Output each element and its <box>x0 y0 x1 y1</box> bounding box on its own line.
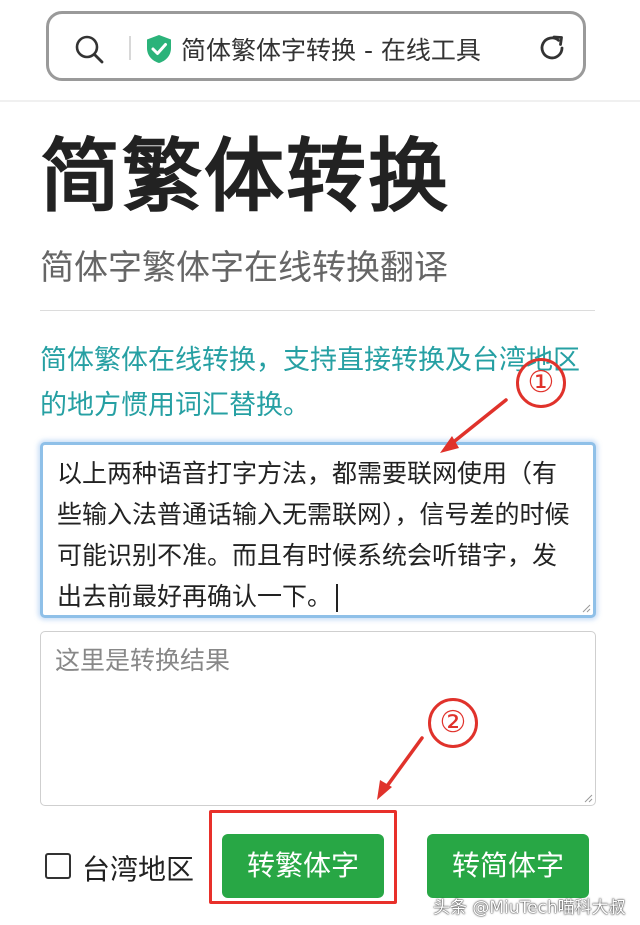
source-text-value: 以上两种语音打字方法，都需要联网使用（有些输入法普通话输入无需联网），信号差的时… <box>57 459 570 611</box>
to-simplified-button[interactable]: 转简体字 <box>427 834 589 898</box>
taiwan-region-label[interactable]: 台湾地区 <box>82 848 194 888</box>
button-highlight-box <box>209 810 397 904</box>
resize-grip-icon[interactable] <box>583 793 593 803</box>
result-text-output[interactable]: 这里是转换结果 <box>40 631 596 806</box>
step-marker-2: ② <box>428 698 478 748</box>
result-placeholder: 这里是转换结果 <box>55 646 231 675</box>
text-caret <box>336 584 339 612</box>
shield-check-icon <box>147 35 171 63</box>
page-title: 简繁体转换 <box>40 130 450 223</box>
watermark-text: 头条 @MiuTech喵科大叔 <box>433 898 626 918</box>
header-divider <box>0 100 640 102</box>
section-divider <box>40 310 595 311</box>
resize-grip-icon[interactable] <box>581 603 591 613</box>
step-marker-1: ① <box>516 358 566 408</box>
address-bar[interactable]: 简体繁体字转换 - 在线工具 <box>46 11 586 81</box>
taiwan-region-checkbox[interactable] <box>45 853 71 879</box>
address-divider <box>129 36 131 60</box>
reload-icon[interactable] <box>535 31 569 65</box>
search-icon[interactable] <box>73 33 105 65</box>
url-text[interactable]: 简体繁体字转换 - 在线工具 <box>181 31 481 67</box>
source-text-input[interactable]: 以上两种语音打字方法，都需要联网使用（有些输入法普通话输入无需联网），信号差的时… <box>40 442 596 618</box>
page-subtitle: 简体字繁体字在线转换翻译 <box>40 248 448 288</box>
